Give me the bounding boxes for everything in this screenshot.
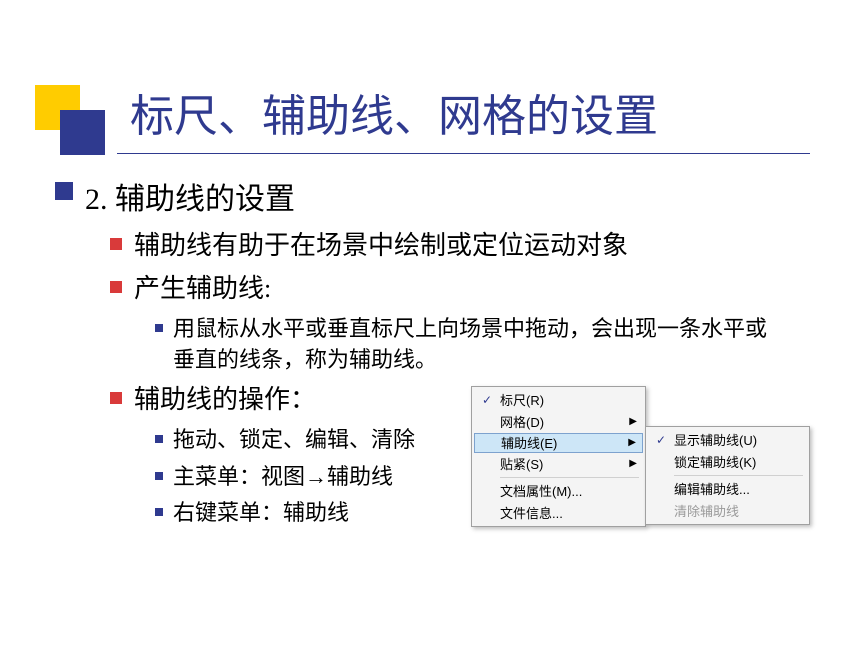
bullet-square-small-blue (155, 324, 163, 332)
generate-desc: 用鼠标从水平或垂直标尺上向场景中拖动，会出现一条水平或垂直的线条，称为辅助线。 (173, 314, 773, 376)
menu-item-label: 标尺(R) (496, 390, 637, 409)
section-heading: 2. 辅助线的设置 (85, 174, 295, 218)
menu-item-guides[interactable]: 辅助线(E) ▶ (474, 433, 643, 453)
bullet-square-small-blue (155, 472, 163, 480)
menu-item-snap[interactable]: 贴紧(S) ▶ (474, 453, 643, 475)
check-icon: ✓ (478, 393, 496, 407)
submenu-item-clear: 清除辅助线 (648, 500, 807, 522)
bullet-intro: 辅助线有助于在场景中绘制或定位运动对象 (110, 228, 810, 263)
bullet-square-small-blue (155, 435, 163, 443)
menu-separator (500, 477, 639, 478)
slide-title: 标尺、辅助线、网格的设置 (130, 80, 860, 144)
menu-item-label: 编辑辅助线... (670, 479, 801, 498)
generate-label: 产生辅助线: (134, 271, 271, 306)
bullet-square-red (110, 392, 122, 404)
bullet-square-red (110, 281, 122, 293)
intro-text: 辅助线有助于在场景中绘制或定位运动对象 (134, 228, 628, 263)
check-icon: ✓ (652, 433, 670, 447)
submenu-arrow-icon: ▶ (629, 416, 637, 427)
bullet-square-red (110, 238, 122, 250)
bullet-generate: 产生辅助线: (110, 271, 810, 306)
menu-item-label: 锁定辅助线(K) (670, 452, 801, 471)
submenu-arrow-icon: ▶ (628, 437, 636, 448)
ops-item-c: 右键菜单：辅助线 (155, 498, 471, 529)
ops-item-a: 拖动、锁定、编辑、清除 (155, 425, 471, 456)
menu-item-label: 辅助线(E) (497, 433, 628, 452)
menu-item-label: 显示辅助线(U) (670, 430, 801, 449)
menu-item-label: 网格(D) (496, 412, 629, 431)
bullet-square-small-blue (155, 508, 163, 516)
bullet-ops: 辅助线的操作： (110, 382, 471, 417)
section-heading-text: 辅助线的设置 (115, 183, 295, 216)
menu-item-doc-props[interactable]: 文档属性(M)... (474, 480, 643, 502)
main-menu: ✓ 标尺(R) 网格(D) ▶ 辅助线(E) ▶ (471, 386, 646, 527)
title-block: 标尺、辅助线、网格的设置 (50, 30, 810, 94)
ops-item-b-text: 主菜单：视图→辅助线 (173, 462, 393, 493)
context-menu-screenshot: ✓ 标尺(R) 网格(D) ▶ 辅助线(E) ▶ (471, 386, 810, 527)
menu-item-label: 贴紧(S) (496, 454, 629, 473)
ops-item-c-text: 右键菜单：辅助线 (173, 498, 349, 529)
menu-item-file-info[interactable]: 文件信息... (474, 502, 643, 524)
section-heading-row: 2. 辅助线的设置 (55, 174, 810, 218)
ops-label: 辅助线的操作： (134, 382, 316, 417)
decor-blue-square (60, 110, 105, 155)
ops-item-b: 主菜单：视图→辅助线 (155, 462, 471, 493)
submenu-guides: ✓ 显示辅助线(U) 锁定辅助线(K) 编辑辅助线... 清除辅助线 (645, 426, 810, 525)
bullet-square-blue (55, 182, 73, 200)
ops-item-a-text: 拖动、锁定、编辑、清除 (173, 425, 415, 456)
menu-item-label: 清除辅助线 (670, 501, 801, 520)
slide-content: 2. 辅助线的设置 辅助线有助于在场景中绘制或定位运动对象 产生辅助线: 用鼠标… (55, 174, 810, 535)
menu-item-ruler[interactable]: ✓ 标尺(R) (474, 389, 643, 411)
section-number: 2. (85, 183, 108, 216)
title-underline (117, 153, 810, 154)
submenu-item-show[interactable]: ✓ 显示辅助线(U) (648, 429, 807, 451)
submenu-item-edit[interactable]: 编辑辅助线... (648, 478, 807, 500)
menu-item-label: 文件信息... (496, 503, 637, 522)
menu-separator (674, 475, 803, 476)
submenu-item-lock[interactable]: 锁定辅助线(K) (648, 451, 807, 473)
menu-item-label: 文档属性(M)... (496, 481, 637, 500)
menu-item-grid[interactable]: 网格(D) ▶ (474, 411, 643, 433)
submenu-arrow-icon: ▶ (629, 458, 637, 469)
bullet-generate-desc: 用鼠标从水平或垂直标尺上向场景中拖动，会出现一条水平或垂直的线条，称为辅助线。 (155, 314, 810, 376)
